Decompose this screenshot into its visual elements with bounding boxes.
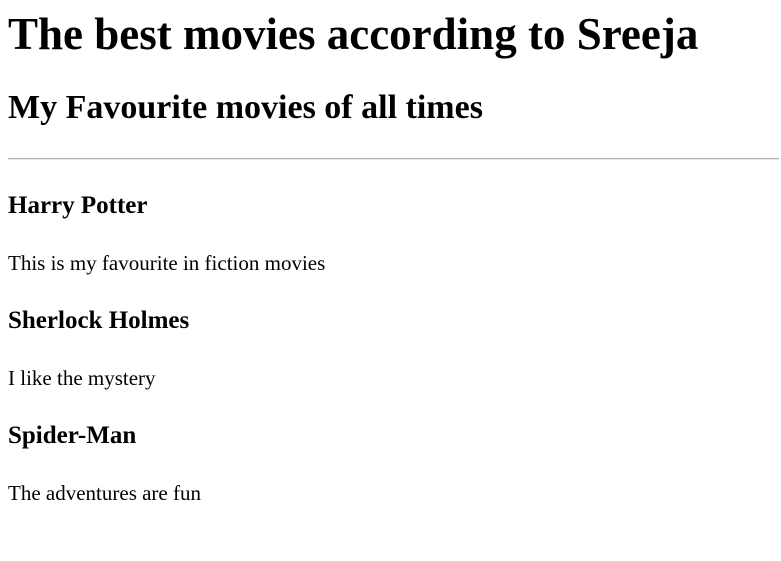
movie-title: Sherlock Holmes <box>8 307 190 334</box>
page: The best movies according to Sreeja My F… <box>0 8 781 506</box>
movie-title: Spider-Man <box>8 422 137 449</box>
movie-title: Harry Potter <box>8 192 148 219</box>
divider <box>8 158 779 160</box>
page-subtitle: My Favourite movies of all times <box>8 89 483 126</box>
page-title: The best movies according to Sreeja <box>8 9 699 59</box>
movie-item-harry-potter: Harry Potter This is my favourite in fic… <box>8 191 779 276</box>
movie-item-sherlock-holmes: Sherlock Holmes I like the mystery <box>8 306 779 391</box>
movie-list: Harry Potter This is my favourite in fic… <box>8 191 779 506</box>
movie-description: This is my favourite in fiction movies <box>8 251 326 275</box>
movie-item-spider-man: Spider-Man The adventures are fun <box>8 421 779 506</box>
movie-description: I like the mystery <box>8 366 156 390</box>
movie-description: The adventures are fun <box>8 481 201 505</box>
